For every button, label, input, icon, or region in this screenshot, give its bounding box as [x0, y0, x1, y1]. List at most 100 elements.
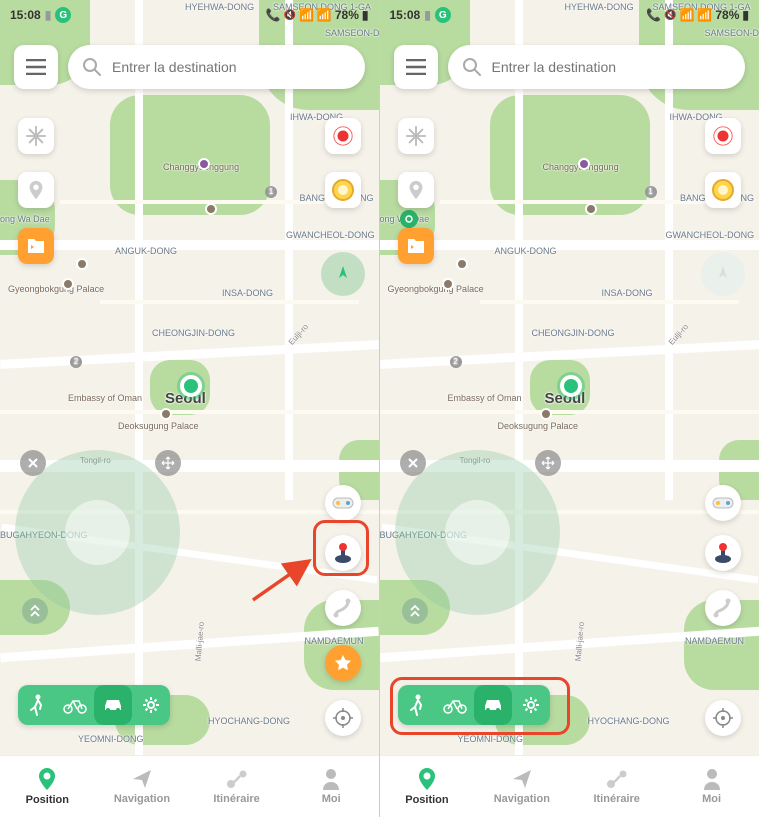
- send-icon: [131, 768, 153, 790]
- battery-text: 78%: [335, 8, 359, 22]
- mode-car[interactable]: [474, 685, 512, 725]
- record-icon: [332, 125, 354, 147]
- location-gray-button[interactable]: [18, 172, 54, 208]
- nav-position[interactable]: Position: [380, 756, 475, 817]
- mode-walk[interactable]: [18, 685, 56, 725]
- folder-button[interactable]: [398, 228, 434, 264]
- star-icon: [334, 654, 352, 672]
- mode-bike[interactable]: [56, 685, 94, 725]
- coin-button[interactable]: [705, 172, 741, 208]
- snowflake-button[interactable]: [398, 118, 434, 154]
- pin-gray-icon: [25, 179, 47, 201]
- mode-settings[interactable]: [132, 685, 170, 725]
- pin-icon: [416, 767, 438, 791]
- battery-icon: ▮: [362, 8, 369, 22]
- joystick-thumb[interactable]: [445, 500, 510, 565]
- joystick-button[interactable]: [325, 535, 361, 571]
- hamburger-icon: [26, 59, 46, 75]
- route-button[interactable]: [325, 590, 361, 626]
- vibrate-icon: 🔇: [664, 10, 676, 21]
- search-input[interactable]: [492, 59, 732, 75]
- coin-icon: [331, 178, 355, 202]
- search-icon: [82, 57, 102, 77]
- nav-position[interactable]: Position: [0, 756, 95, 817]
- gamepad-icon: [712, 495, 734, 511]
- signal-icon: 📶: [317, 8, 332, 22]
- clock: 15:08: [390, 8, 421, 22]
- compass-icon: [713, 264, 733, 284]
- nav-itineraire[interactable]: Itinéraire: [569, 756, 664, 817]
- virtual-joystick[interactable]: [15, 450, 180, 615]
- chevrons-up-icon: [29, 604, 41, 618]
- pin-icon: [36, 767, 58, 791]
- x-icon: [27, 457, 39, 469]
- move-mini-button[interactable]: [535, 450, 561, 476]
- mode-bike[interactable]: [436, 685, 474, 725]
- route-icon: [712, 597, 734, 619]
- chevrons-up-icon: [409, 604, 421, 618]
- route-button[interactable]: [705, 590, 741, 626]
- nav-navigation[interactable]: Navigation: [474, 756, 569, 817]
- target-button[interactable]: [325, 700, 361, 736]
- coin-icon: [711, 178, 735, 202]
- compass-icon: [333, 264, 353, 284]
- location-gray-button[interactable]: [398, 172, 434, 208]
- nav-moi[interactable]: Moi: [664, 756, 759, 817]
- close-mini-button[interactable]: [400, 450, 426, 476]
- record-button[interactable]: [325, 118, 361, 154]
- phone-icon: 📞: [646, 8, 661, 22]
- joystick-icon: [332, 542, 354, 564]
- gamepad-button[interactable]: [325, 485, 361, 521]
- search-input[interactable]: [112, 59, 351, 75]
- route-icon: [332, 597, 354, 619]
- hamburger-icon: [406, 59, 426, 75]
- target-button[interactable]: [705, 700, 741, 736]
- nav-itineraire[interactable]: Itinéraire: [189, 756, 284, 817]
- notif-icon: ▮: [424, 8, 431, 22]
- menu-button[interactable]: [14, 45, 58, 89]
- joystick-thumb[interactable]: [65, 500, 130, 565]
- mode-settings[interactable]: [512, 685, 550, 725]
- route-nav-icon: [225, 768, 249, 790]
- compass-button[interactable]: [701, 252, 745, 296]
- user-location-marker: [560, 375, 582, 397]
- layers-mini-button[interactable]: [22, 598, 48, 624]
- g-badge-icon: G: [435, 7, 451, 23]
- nav-navigation[interactable]: Navigation: [95, 756, 190, 817]
- wifi-icon: 📶: [299, 8, 314, 22]
- folder-icon: [26, 237, 46, 255]
- screen-left: HYEHWA-DONG SAMSEON DONG 1-GA SAMSEON-DO…: [0, 0, 380, 817]
- signal-icon: 📶: [697, 8, 712, 22]
- star-button[interactable]: [325, 645, 361, 681]
- search-box[interactable]: [448, 45, 746, 89]
- snowflake-icon: [25, 125, 47, 147]
- pin-gray-icon: [405, 179, 427, 201]
- mode-walk[interactable]: [398, 685, 436, 725]
- record-icon: [712, 125, 734, 147]
- compass-button[interactable]: [321, 252, 365, 296]
- wifi-icon: 📶: [679, 8, 694, 22]
- battery-icon: ▮: [742, 8, 749, 22]
- bike-icon: [443, 696, 467, 714]
- snowflake-button[interactable]: [18, 118, 54, 154]
- virtual-joystick[interactable]: [395, 450, 560, 615]
- joystick-button[interactable]: [705, 535, 741, 571]
- coin-button[interactable]: [325, 172, 361, 208]
- folder-button[interactable]: [18, 228, 54, 264]
- close-mini-button[interactable]: [20, 450, 46, 476]
- record-button[interactable]: [705, 118, 741, 154]
- bike-icon: [63, 696, 87, 714]
- g-badge-icon: G: [55, 7, 71, 23]
- car-icon: [102, 697, 124, 713]
- target-icon: [712, 707, 734, 729]
- gamepad-button[interactable]: [705, 485, 741, 521]
- menu-button[interactable]: [394, 45, 438, 89]
- gear-icon: [141, 695, 161, 715]
- move-icon: [541, 456, 555, 470]
- search-box[interactable]: [68, 45, 365, 89]
- mode-car[interactable]: [94, 685, 132, 725]
- layers-mini-button[interactable]: [402, 598, 428, 624]
- move-mini-button[interactable]: [155, 450, 181, 476]
- nav-moi[interactable]: Moi: [284, 756, 379, 817]
- bottom-nav: Position Navigation Itinéraire Moi: [0, 755, 379, 817]
